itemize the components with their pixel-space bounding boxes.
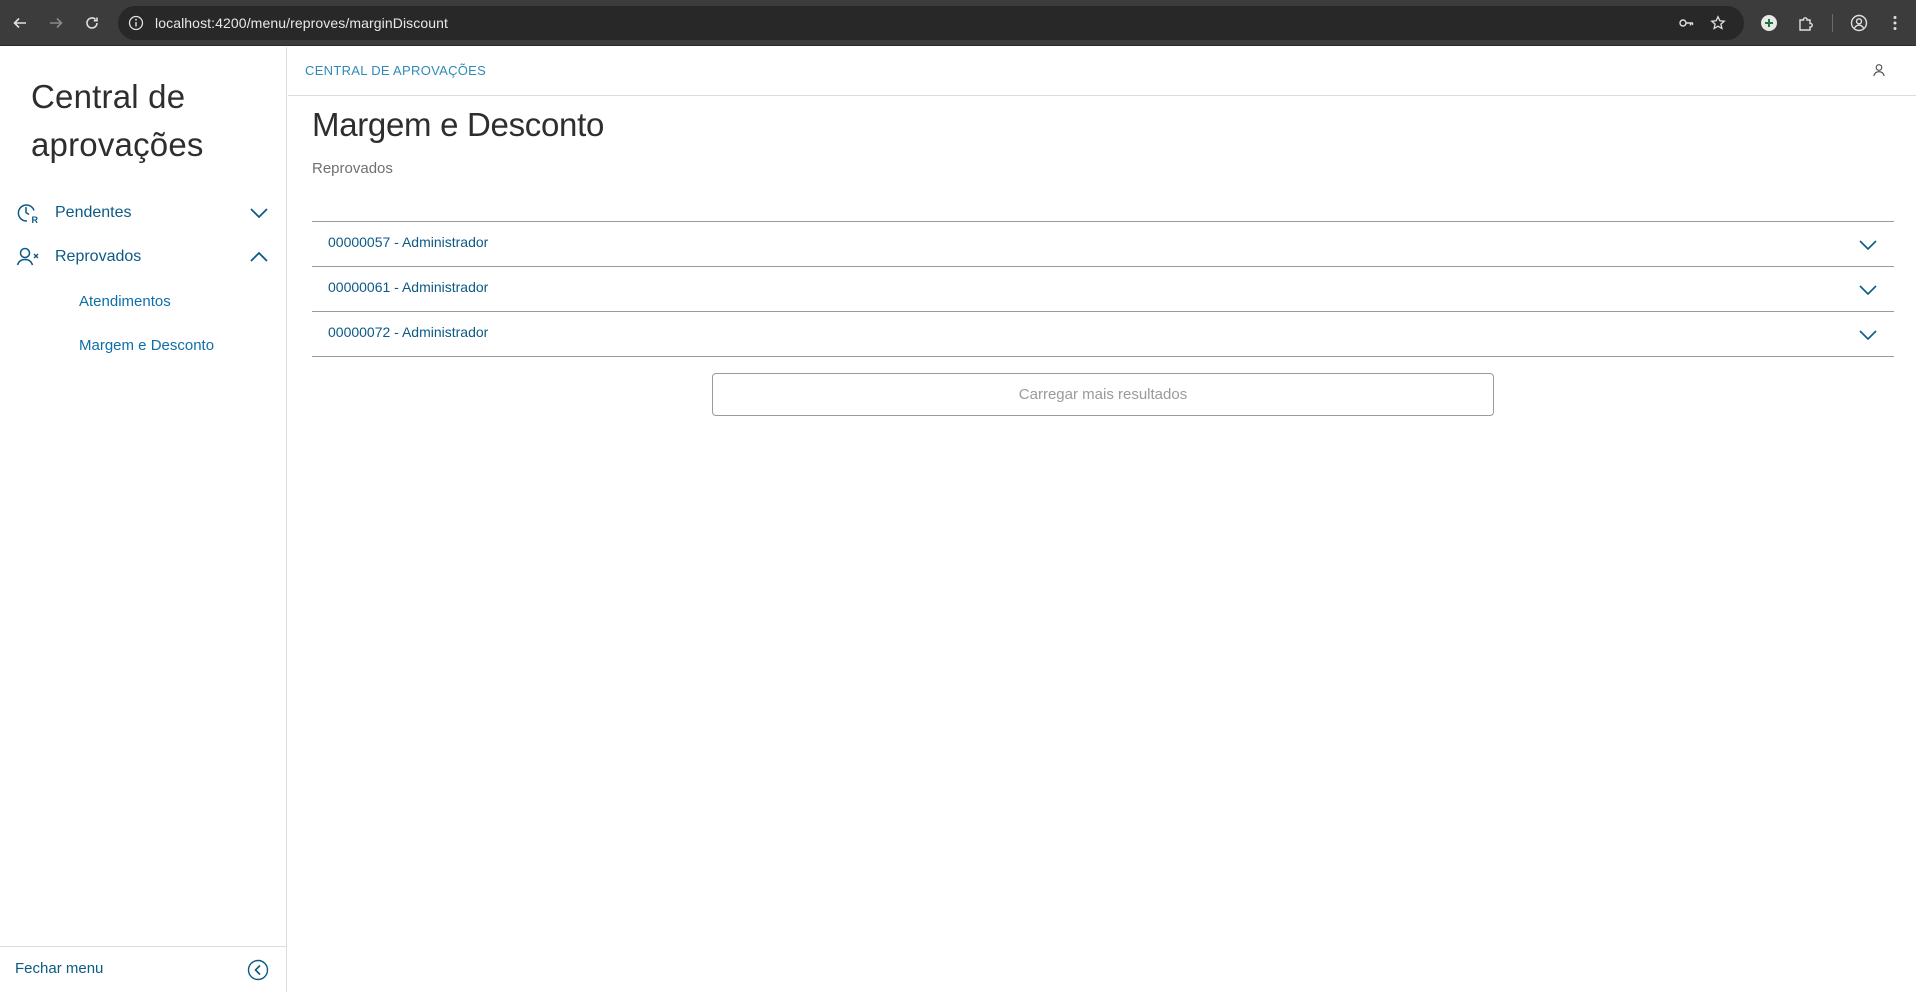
profile-button[interactable] (1849, 13, 1869, 33)
address-bar[interactable]: localhost:4200/menu/reproves/marginDisco… (118, 6, 1744, 40)
chevron-down-icon[interactable] (1857, 234, 1879, 256)
arrow-right-icon (50, 17, 63, 29)
sidebar-subitem-atendimentos[interactable]: Atendimentos (79, 293, 171, 310)
reload-button[interactable] (79, 10, 105, 36)
app-title: Central de aprovações (31, 78, 204, 163)
chevron-down-icon[interactable] (1857, 279, 1879, 301)
list-item-label: 00000061 - Administrador (328, 279, 489, 295)
close-menu-label: Fechar menu (15, 960, 104, 977)
svg-text:R: R (32, 215, 39, 225)
page-title: Margem e Desconto (312, 106, 605, 143)
breadcrumb[interactable]: CENTRAL DE APROVAÇÕES (305, 63, 486, 78)
arrow-left-icon (13, 17, 26, 29)
close-menu-button[interactable]: Fechar menu (0, 946, 286, 992)
clock-r-icon: R (17, 204, 39, 225)
url-text[interactable]: localhost:4200/menu/reproves/marginDisco… (155, 6, 448, 40)
star-icon[interactable] (1710, 15, 1726, 31)
list-item[interactable]: 00000072 - Administrador (312, 312, 1894, 357)
browser-menu-button[interactable] (1885, 13, 1905, 33)
add-extension-button[interactable] (1759, 13, 1779, 33)
page-subtitle: Reprovados (312, 160, 393, 177)
extensions-button[interactable] (1796, 13, 1816, 33)
sidebar-item-reprovados[interactable]: Reprovados (0, 237, 286, 277)
list-item[interactable]: 00000061 - Administrador (312, 267, 1894, 312)
forward-button[interactable] (43, 10, 69, 36)
list-item[interactable]: 00000057 - Administrador (312, 222, 1894, 267)
sidebar-subitem-margem-e-desconto[interactable]: Margem e Desconto (79, 337, 214, 354)
approval-list: 00000057 - Administrador 00000061 - Admi… (312, 221, 1894, 357)
reload-icon (86, 17, 98, 29)
chevron-left-circle-icon (247, 959, 269, 981)
toolbar-divider (1832, 14, 1833, 32)
account-circle-icon (1850, 14, 1868, 32)
sidebar-item-label: Pendentes (55, 204, 132, 221)
chevron-up-icon (250, 251, 268, 262)
list-item-label: 00000057 - Administrador (328, 234, 489, 250)
load-more-button[interactable]: Carregar mais resultados (712, 373, 1494, 416)
plus-circle-icon (1761, 15, 1777, 31)
list-item-label: 00000072 - Administrador (328, 324, 489, 340)
user-icon[interactable] (1872, 63, 1886, 77)
user-x-icon (16, 247, 39, 266)
header: CENTRAL DE APROVAÇÕES (288, 47, 1916, 96)
info-icon[interactable] (128, 15, 144, 31)
more-vertical-icon (1893, 16, 1897, 30)
sidebar-item-label: Reprovados (55, 248, 142, 265)
browser-toolbar: localhost:4200/menu/reproves/marginDisco… (0, 0, 1916, 46)
sidebar-item-pendentes[interactable]: R Pendentes (0, 193, 286, 233)
back-button[interactable] (7, 10, 33, 36)
chevron-down-icon[interactable] (1857, 324, 1879, 346)
puzzle-icon (1799, 17, 1813, 31)
chevron-down-icon (250, 208, 268, 219)
password-key-icon[interactable] (1678, 15, 1694, 31)
sidebar: Central de aprovações R Pendentes Reprov… (0, 47, 287, 992)
